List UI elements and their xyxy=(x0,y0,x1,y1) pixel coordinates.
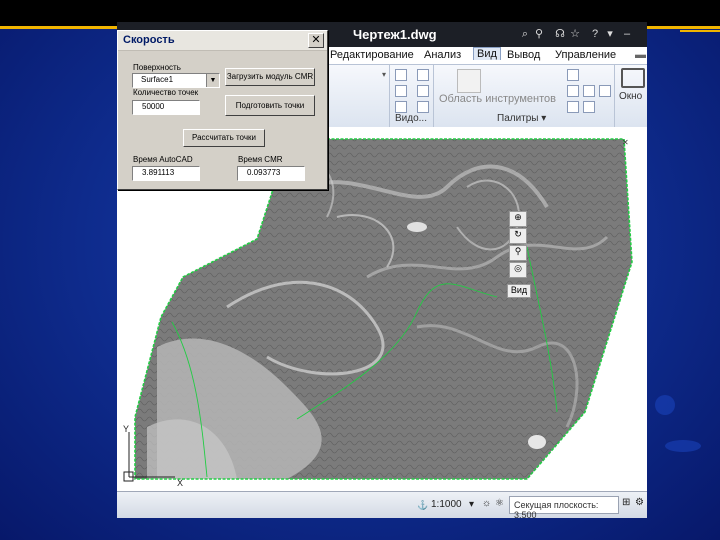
orbit-tool-icon[interactable]: ↻ xyxy=(509,228,527,244)
load-cmr-button[interactable]: Загрузить модуль CMR xyxy=(225,68,315,86)
dropdown-icon[interactable]: ▾ xyxy=(604,28,616,40)
panel-views-label[interactable]: Видо... xyxy=(395,113,427,124)
pan-tool-icon[interactable]: ⊕ xyxy=(509,211,527,227)
points-count-input[interactable]: 50000 xyxy=(132,100,200,115)
compute-button[interactable]: Рассчитать точки xyxy=(183,129,265,147)
auto-scale-icon[interactable]: ⚛ xyxy=(495,498,504,509)
viewport-icon[interactable] xyxy=(395,69,407,81)
palette-icon[interactable] xyxy=(567,69,579,81)
drawing-close-icon: ✕ xyxy=(622,138,629,147)
star-icon[interactable]: ☆ xyxy=(569,28,581,40)
clean-screen-icon[interactable]: ⚙ xyxy=(635,497,644,508)
viewport-icon[interactable] xyxy=(395,101,407,113)
tool-area-button[interactable]: Область инструментов xyxy=(439,93,556,105)
binoculars-icon[interactable]: ⌕ xyxy=(519,28,531,40)
close-button[interactable]: ✕ xyxy=(308,33,324,48)
lock-icon[interactable]: ⊞ xyxy=(622,497,630,508)
dropdown-arrow-icon[interactable]: ▾ xyxy=(382,70,386,79)
dialog-title-bar[interactable]: Скорость ✕ xyxy=(118,31,327,51)
contour-interval-value: Секущая плоскость: 3.500 xyxy=(514,500,599,518)
search-icon[interactable]: ⚲ xyxy=(533,28,545,40)
status-bar: ⚓ 1:1000 ▾ ☼ ⚛ Секущая плоскость: 3.500 … xyxy=(117,491,647,518)
cmr-time-value: 0.093773 xyxy=(247,168,281,177)
cmr-time-label: Время CMR xyxy=(238,155,283,164)
ucs-y-label: Y xyxy=(123,424,130,434)
help-icon[interactable]: ? xyxy=(589,28,601,40)
viewport-icon[interactable] xyxy=(395,85,407,97)
points-count-value: 50000 xyxy=(142,102,165,111)
scale-dropdown-icon[interactable]: ▾ xyxy=(469,499,474,510)
annotation-scale-icon[interactable]: ⚓ xyxy=(417,500,428,511)
palette-icon[interactable] xyxy=(583,85,595,97)
zoom-tool-icon[interactable]: ⚲ xyxy=(509,245,527,261)
palette-icon[interactable] xyxy=(567,85,579,97)
annotation-scale[interactable]: 1:1000 xyxy=(431,499,462,510)
document-title: Чертеж1.dwg xyxy=(353,27,437,42)
palette-icon[interactable] xyxy=(599,85,611,97)
terrain-patch xyxy=(407,222,427,232)
surface-select[interactable]: Surface1 ▼ xyxy=(132,73,220,88)
palette-icon[interactable] xyxy=(583,101,595,113)
minimize-icon[interactable]: – xyxy=(621,28,633,40)
background-watermark xyxy=(655,395,675,415)
contour-interval-field[interactable]: Секущая плоскость: 3.500 xyxy=(509,496,619,518)
slide-accent-line-right xyxy=(680,30,720,32)
annotation-visibility-icon[interactable]: ☼ xyxy=(482,498,491,509)
speed-dialog: Скорость ✕ Поверхность Surface1 ▼ Загруз… xyxy=(117,30,328,190)
chevron-down-icon[interactable]: ▼ xyxy=(206,74,219,87)
cmr-time-field[interactable]: 0.093773 xyxy=(237,166,305,181)
view-cube-label[interactable]: Вид xyxy=(507,284,531,298)
tab-analysis[interactable]: Анализ xyxy=(424,49,461,61)
viewport-icon[interactable] xyxy=(417,69,429,81)
tab-view[interactable]: Вид xyxy=(473,47,501,60)
autocad-time-label: Время AutoCAD xyxy=(133,155,193,164)
tool-palettes-icon[interactable] xyxy=(457,69,481,93)
viewport-icon[interactable] xyxy=(417,85,429,97)
navwheel-icon[interactable]: ◎ xyxy=(509,262,527,278)
viewport-icon[interactable] xyxy=(417,101,429,113)
communication-icon[interactable]: ☊ xyxy=(554,28,566,40)
panel-palettes-label[interactable]: Палитры ▾ xyxy=(497,113,546,124)
surface-select-value: Surface1 xyxy=(141,75,174,84)
tab-output[interactable]: Вывод xyxy=(507,49,540,61)
tab-manage[interactable]: Управление xyxy=(555,49,616,61)
surface-label: Поверхность xyxy=(133,63,181,72)
window-panel-label[interactable]: Окно xyxy=(619,91,642,102)
ucs-x-label: X xyxy=(177,478,184,488)
palette-icon[interactable] xyxy=(567,101,579,113)
ribbon-overflow-icon[interactable]: ▬ xyxy=(635,49,646,61)
prepare-points-button[interactable]: Подготовить точки xyxy=(225,95,315,116)
window-switch-icon[interactable] xyxy=(621,68,645,88)
dialog-title: Скорость xyxy=(123,34,175,46)
autocad-time-field[interactable]: 3.891113 xyxy=(132,166,200,181)
points-count-label: Количество точек xyxy=(133,88,199,97)
autocad-time-value: 3.891113 xyxy=(142,168,175,177)
background-watermark xyxy=(665,440,701,452)
terrain-patch xyxy=(528,435,546,449)
tab-edit[interactable]: Редактирование xyxy=(330,49,414,61)
